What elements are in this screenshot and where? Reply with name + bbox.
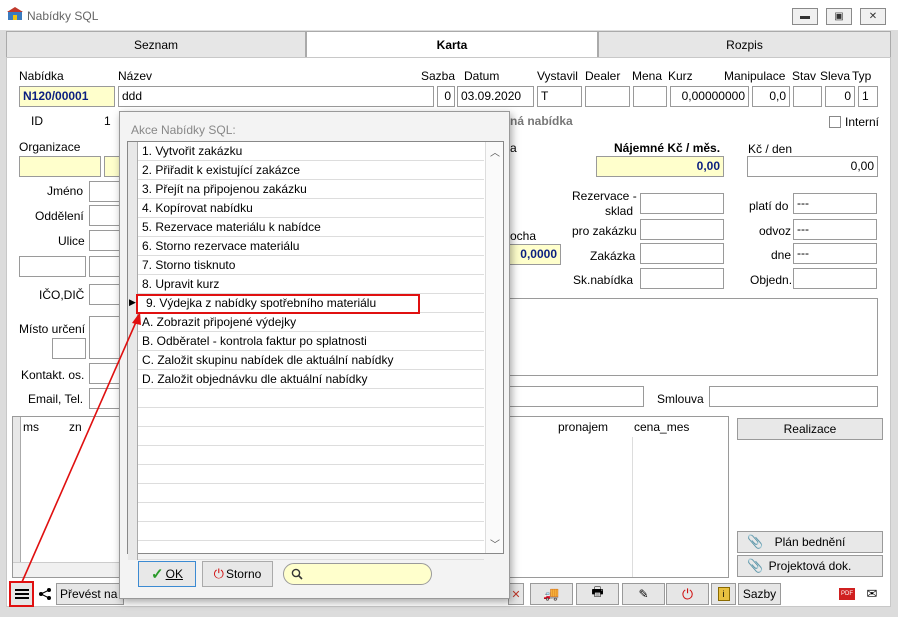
annotation-arrow <box>21 312 141 583</box>
